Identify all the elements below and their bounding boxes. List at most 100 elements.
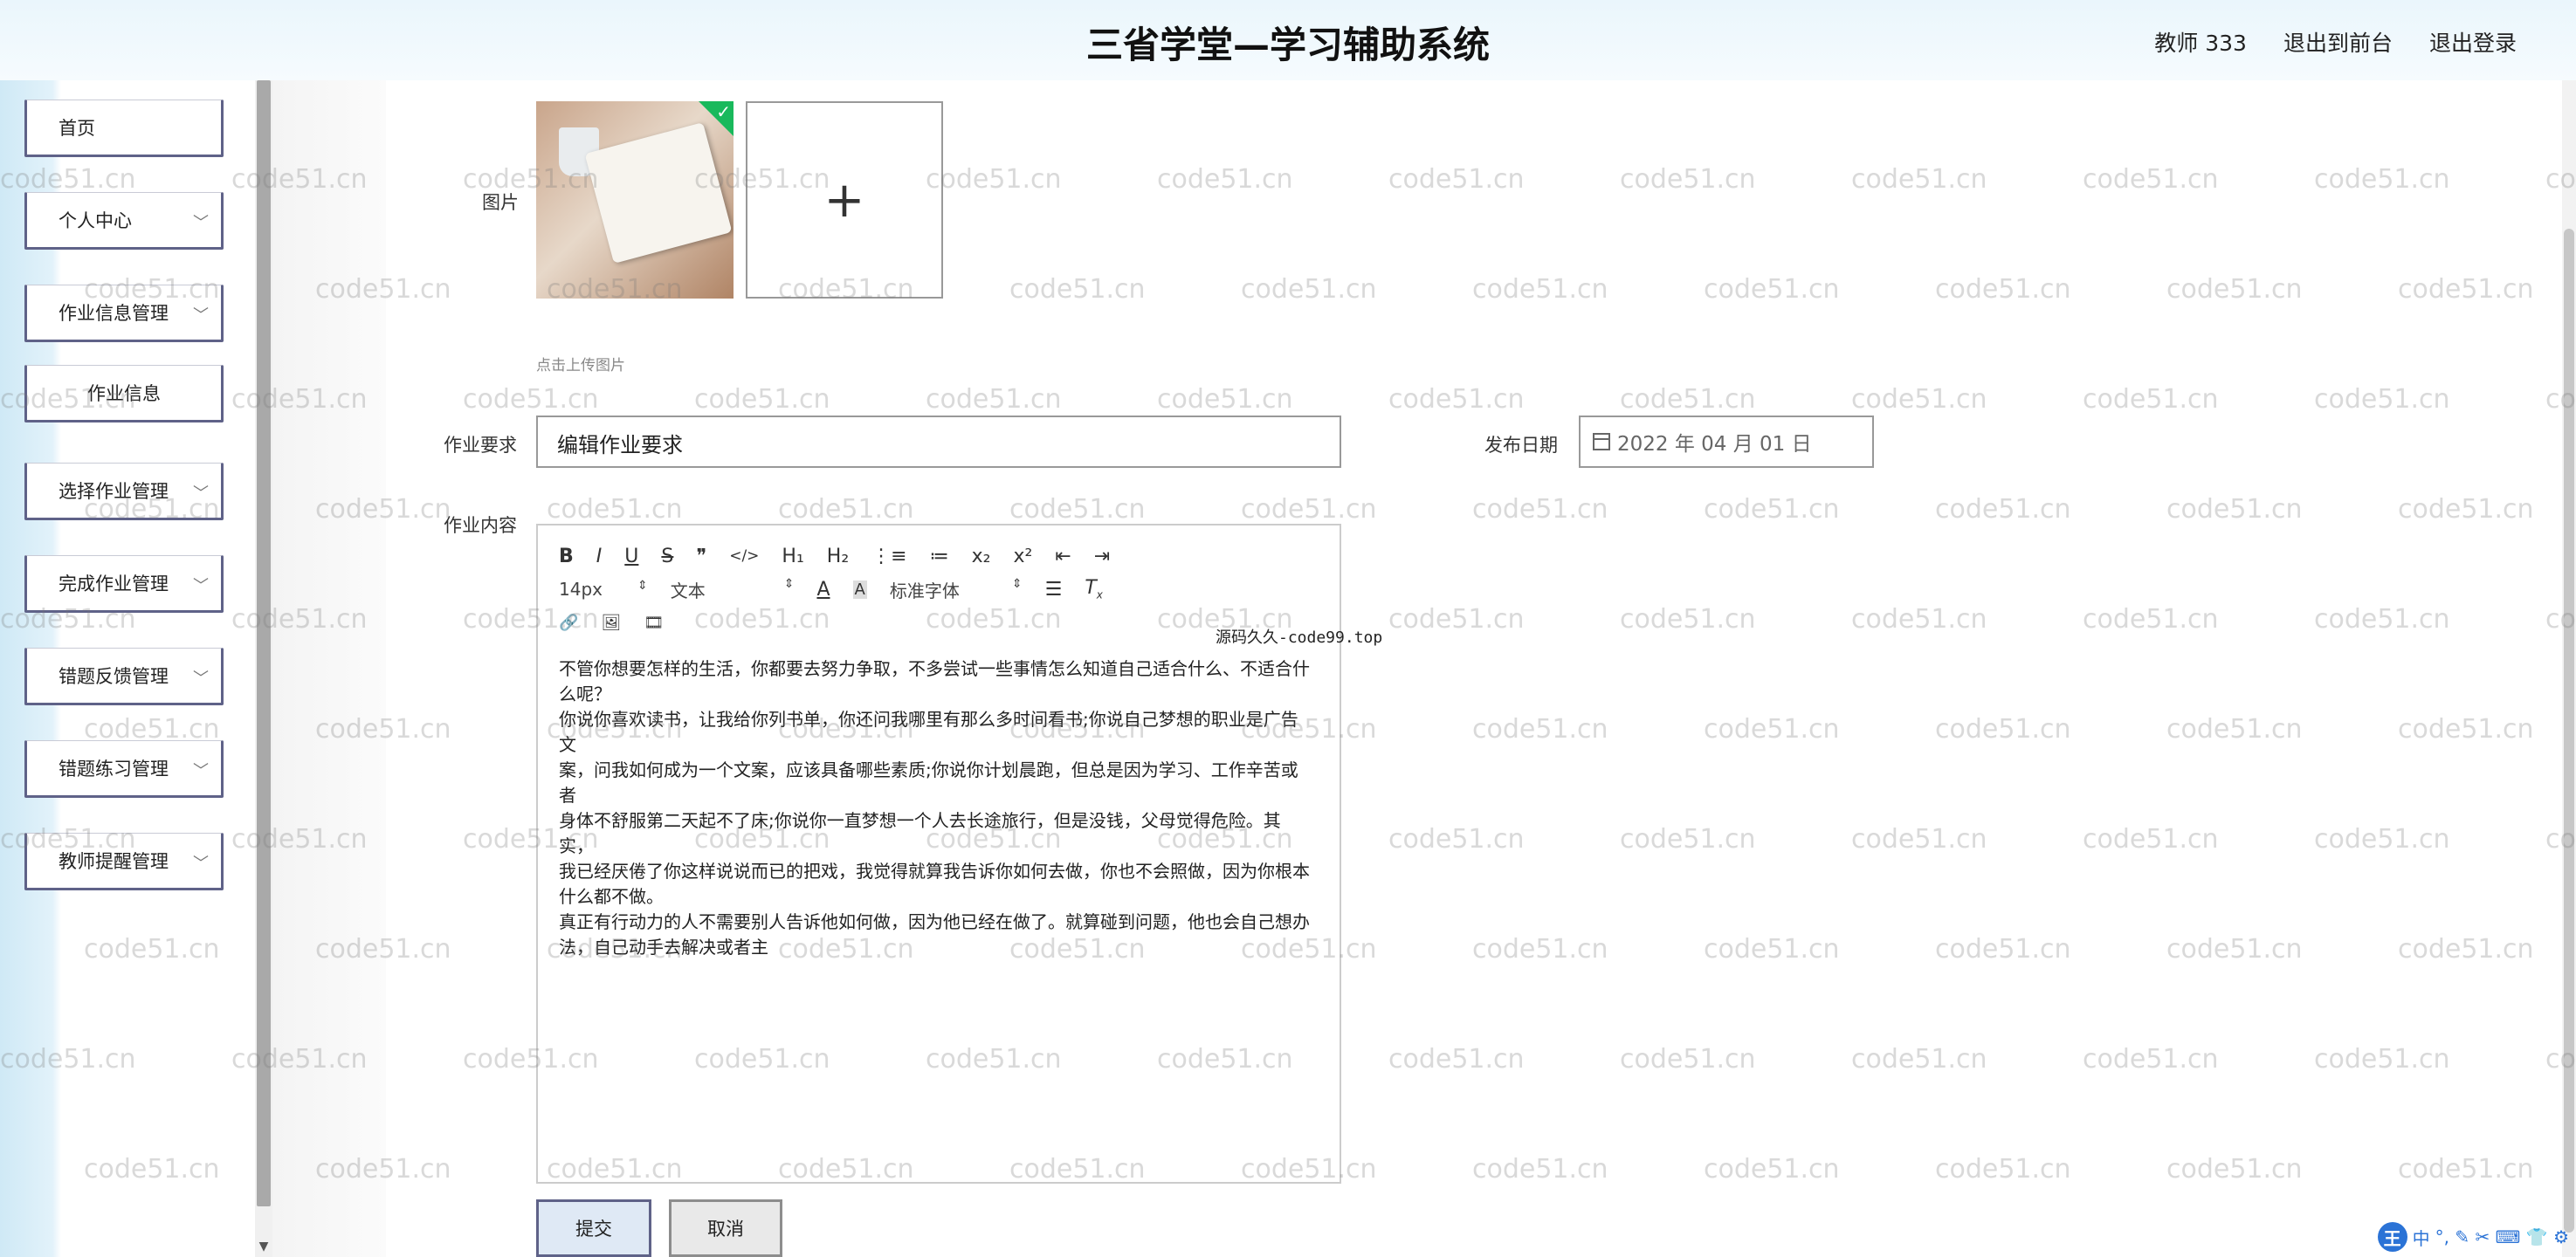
sidebar-item-profile[interactable]: 个人中心 ﹀ bbox=[24, 192, 224, 250]
indent-icon[interactable]: ⇥ bbox=[1094, 546, 1110, 567]
content-line: 我已经厌倦了你这样说说而已的把戏，我觉得就算我告诉你如何去做，你也不会照做，因为… bbox=[559, 861, 1310, 882]
sidebar-item-label: 完成作业管理 bbox=[59, 574, 169, 594]
text-type-value: 文本 bbox=[670, 580, 706, 601]
cancel-button[interactable]: 取消 bbox=[669, 1199, 782, 1257]
chevron-down-icon: ﹀ bbox=[193, 670, 209, 688]
ime-toolbar[interactable]: 王 中 °, ✎ ✂ ⌨ 👕 ⚙ bbox=[2377, 1222, 2569, 1252]
chevron-down-icon: ﹀ bbox=[193, 214, 209, 232]
sidebar-scrollbar[interactable]: ▼ bbox=[255, 80, 272, 1257]
sidebar-item-label: 作业信息 bbox=[87, 383, 161, 404]
subscript-icon[interactable]: x₂ bbox=[972, 546, 991, 567]
page-scrollbar-thumb[interactable] bbox=[2564, 229, 2574, 1233]
content-line: 什么都不做。 bbox=[559, 886, 664, 907]
ime-mode[interactable]: 中 bbox=[2413, 1225, 2430, 1250]
font-size-select[interactable]: 14px ⇕ bbox=[559, 579, 648, 600]
page-background bbox=[272, 80, 386, 1257]
select-arrows-icon: ⇕ bbox=[637, 579, 648, 593]
requirement-label: 作业要求 bbox=[444, 435, 517, 456]
source-watermark: 源码久久-code99.top bbox=[1216, 628, 1383, 647]
content-line: 身体不舒服第二天起不了床;你说你一直梦想一个人去长途旅行，但是没钱，父母觉得危险… bbox=[559, 810, 1281, 856]
align-icon[interactable]: ☰ bbox=[1045, 579, 1063, 601]
sidebar-item-mistake-practice[interactable]: 错题练习管理 ﹀ bbox=[24, 740, 224, 798]
toolbar-row-style: 14px ⇕ 文本 ⇕ A A 标准字体 ⇕ ☰ Tx bbox=[559, 573, 1327, 606]
select-arrows-icon: ⇕ bbox=[783, 576, 795, 591]
bold-icon[interactable]: B bbox=[559, 546, 574, 567]
editor-toolbar: B I U S ❞ </> H₁ H₂ ⋮≡ ≔ x₂ x² ⇤ ⇥ 14px ⇕… bbox=[559, 539, 1327, 639]
rich-text-editor[interactable]: B I U S ❞ </> H₁ H₂ ⋮≡ ≔ x₂ x² ⇤ ⇥ 14px ⇕… bbox=[536, 524, 1341, 1184]
sidebar-item-label: 选择作业管理 bbox=[59, 481, 169, 502]
sidebar-item-label: 教师提醒管理 bbox=[59, 851, 169, 872]
heading2-icon[interactable]: H₂ bbox=[827, 546, 849, 567]
logout-link[interactable]: 退出登录 bbox=[2429, 26, 2517, 58]
font-family-value: 标准字体 bbox=[889, 580, 960, 601]
superscript-icon[interactable]: x² bbox=[1013, 546, 1032, 567]
date-label: 发布日期 bbox=[1484, 435, 1558, 456]
frontend-link[interactable]: 退出到前台 bbox=[2283, 26, 2393, 58]
sidebar-item-label: 个人中心 bbox=[59, 210, 132, 231]
ime-logo-icon[interactable]: 王 bbox=[2377, 1222, 2407, 1252]
bullet-list-icon[interactable]: ≔ bbox=[930, 546, 949, 567]
book-graphic bbox=[584, 122, 733, 264]
content-line: 不管你想要怎样的生活，你都要去努力争取，不多尝试一些事情怎么知道自己适合什么、不… bbox=[559, 658, 1310, 679]
submit-button[interactable]: 提交 bbox=[536, 1199, 651, 1257]
chevron-down-icon: ﹀ bbox=[193, 855, 209, 873]
image-icon[interactable]: 🖼 bbox=[601, 614, 621, 632]
sidebar-item-home[interactable]: 首页 bbox=[24, 100, 224, 157]
header-links: 教师 333 退出到前台 退出登录 bbox=[2154, 26, 2517, 58]
strikethrough-icon[interactable]: S bbox=[661, 546, 673, 567]
video-icon[interactable]: 🎞 bbox=[644, 614, 664, 632]
outdent-icon[interactable]: ⇤ bbox=[1055, 546, 1071, 567]
underline-icon[interactable]: U bbox=[624, 546, 638, 567]
sidebar-item-completed-homework[interactable]: 完成作业管理 ﹀ bbox=[24, 555, 224, 613]
chevron-down-icon: ﹀ bbox=[193, 484, 209, 503]
font-color-icon[interactable]: A bbox=[816, 579, 830, 601]
clear-format-icon[interactable]: Tx bbox=[1085, 577, 1103, 601]
select-arrows-icon: ⇕ bbox=[1011, 576, 1023, 591]
upload-image-button[interactable]: + bbox=[746, 101, 943, 299]
content-label: 作业内容 bbox=[444, 515, 517, 536]
font-family-select[interactable]: 标准字体 ⇕ bbox=[890, 577, 1023, 602]
sidebar-item-label: 错题反馈管理 bbox=[59, 666, 169, 687]
toolbar-row-format: B I U S ❞ </> H₁ H₂ ⋮≡ ≔ x₂ x² ⇤ ⇥ bbox=[559, 539, 1327, 573]
content-line: 你说你喜欢读书，让我给你列书单，你还问我哪里有那么多时间看书;你说自己梦想的职业… bbox=[559, 709, 1298, 755]
current-user: 教师 333 bbox=[2154, 31, 2247, 56]
requirement-input[interactable]: 编辑作业要求 bbox=[536, 416, 1341, 468]
image-label: 图片 bbox=[482, 192, 519, 213]
text-type-select[interactable]: 文本 ⇕ bbox=[671, 577, 795, 602]
editor-content[interactable]: 不管你想要怎样的生活，你都要去努力争取，不多尝试一些事情怎么知道自己适合什么、不… bbox=[559, 656, 1310, 960]
scroll-down-arrow-icon[interactable]: ▼ bbox=[257, 1240, 271, 1254]
ordered-list-icon[interactable]: ⋮≡ bbox=[871, 546, 906, 567]
uploaded-image-thumbnail[interactable]: ✓ bbox=[536, 101, 734, 299]
chevron-down-icon: ﹀ bbox=[193, 577, 209, 595]
content-line: 法，自己动手去解决或者主 bbox=[559, 937, 768, 958]
upload-hint: 点击上传图片 bbox=[536, 357, 625, 374]
chevron-down-icon: ﹀ bbox=[193, 306, 209, 325]
ime-tool-icons[interactable]: °, ✎ ✂ ⌨ 👕 ⚙ bbox=[2435, 1226, 2569, 1247]
heading1-icon[interactable]: H₁ bbox=[782, 546, 803, 567]
sidebar-scrollbar-thumb[interactable] bbox=[257, 80, 271, 1206]
sidebar-item-homework-info-management[interactable]: 作业信息管理 ﹀ bbox=[24, 285, 224, 342]
sidebar-subitem-homework-info[interactable]: 作业信息 bbox=[24, 365, 224, 422]
content-line: 真正有行动力的人不需要别人告诉他如何做，因为他已经在做了。就算碰到问题，他也会自… bbox=[559, 911, 1310, 932]
sidebar: 首页 个人中心 ﹀ 作业信息管理 ﹀ 作业信息 选择作业管理 ﹀ 完成作业管理 … bbox=[0, 80, 255, 1257]
chevron-down-icon: ﹀ bbox=[193, 762, 209, 780]
app-header: 三省学堂—学习辅助系统 教师 333 退出到前台 退出登录 bbox=[0, 0, 2576, 80]
content-line: 案，问我如何成为一个文案，应该具备哪些素质;你说你计划晨跑，但总是因为学习、工作… bbox=[559, 759, 1298, 806]
font-size-value: 14px bbox=[559, 579, 603, 600]
code-block-icon[interactable]: </> bbox=[729, 547, 759, 565]
page-scrollbar[interactable] bbox=[2562, 80, 2576, 1257]
sidebar-item-label: 首页 bbox=[59, 118, 95, 139]
date-value: 2022 年 04 月 01 日 bbox=[1617, 433, 1812, 456]
calendar-icon bbox=[1593, 433, 1610, 450]
content-line: 么呢？ bbox=[559, 683, 611, 704]
italic-icon[interactable]: I bbox=[596, 546, 603, 567]
sidebar-item-select-homework[interactable]: 选择作业管理 ﹀ bbox=[24, 463, 224, 520]
link-icon[interactable]: 🔗 bbox=[559, 614, 578, 632]
sidebar-item-mistake-feedback[interactable]: 错题反馈管理 ﹀ bbox=[24, 648, 224, 705]
publish-date-input[interactable]: 2022 年 04 月 01 日 bbox=[1579, 416, 1874, 468]
background-color-icon[interactable]: A bbox=[852, 580, 867, 599]
sidebar-item-label: 作业信息管理 bbox=[59, 303, 169, 324]
sidebar-item-teacher-reminder[interactable]: 教师提醒管理 ﹀ bbox=[24, 833, 224, 890]
blockquote-icon[interactable]: ❞ bbox=[696, 546, 706, 567]
toolbar-row-insert: 🔗 🖼 🎞 bbox=[559, 606, 1327, 639]
